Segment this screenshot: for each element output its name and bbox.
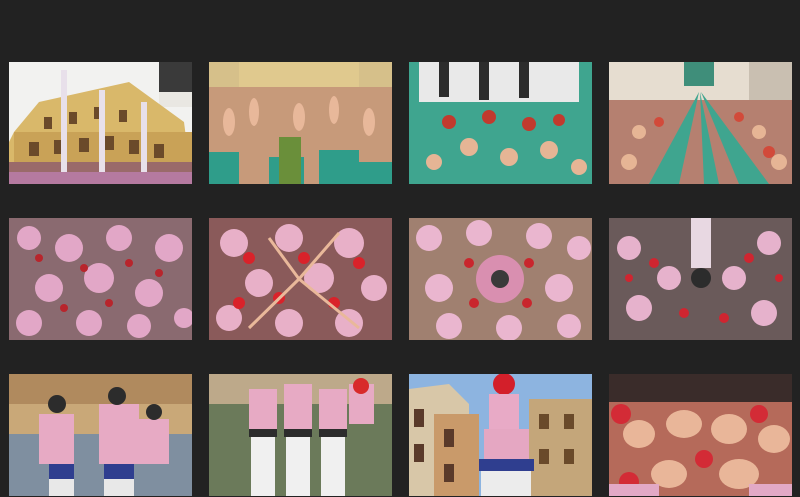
photo-gallery bbox=[0, 0, 800, 497]
pinya-overhead-teal-photo bbox=[609, 62, 792, 184]
thumbnail-pink-pinya[interactable] bbox=[9, 218, 192, 340]
pink-pinya-red-caps-photo bbox=[209, 218, 392, 340]
thumbnail-castell-tower[interactable] bbox=[9, 62, 192, 184]
thumbnail-castellers-climbing[interactable] bbox=[9, 374, 192, 496]
castell-tower-in-plaza-photo bbox=[9, 62, 192, 184]
thumbnail-green-shirts[interactable] bbox=[409, 62, 592, 184]
green-shirt-base-photo bbox=[409, 62, 592, 184]
thumbnail-white-trousers[interactable] bbox=[209, 374, 392, 496]
thumbnail-crowd-hands[interactable] bbox=[209, 62, 392, 184]
thumbnail-pinya-teal[interactable] bbox=[609, 62, 792, 184]
pink-pinya-center-photo bbox=[609, 218, 792, 340]
castellers-climbing-photo bbox=[9, 374, 192, 496]
pink-pinya-overhead-photo bbox=[9, 218, 192, 340]
thumbnail-pink-circle[interactable] bbox=[409, 218, 592, 340]
thumbnail-pink-center[interactable] bbox=[609, 218, 792, 340]
thumbnail-hands-closeup[interactable] bbox=[609, 374, 792, 496]
thumbnail-pink-red-caps[interactable] bbox=[209, 218, 392, 340]
castellers-white-trousers-photo bbox=[209, 374, 392, 496]
child-top-red-helmet-photo bbox=[409, 374, 592, 496]
crowd-raising-hands-photo bbox=[209, 62, 392, 184]
thumbnail-child-top[interactable] bbox=[409, 374, 592, 496]
pink-pinya-circle-photo bbox=[409, 218, 592, 340]
hands-reaching-closeup-photo bbox=[609, 374, 792, 496]
